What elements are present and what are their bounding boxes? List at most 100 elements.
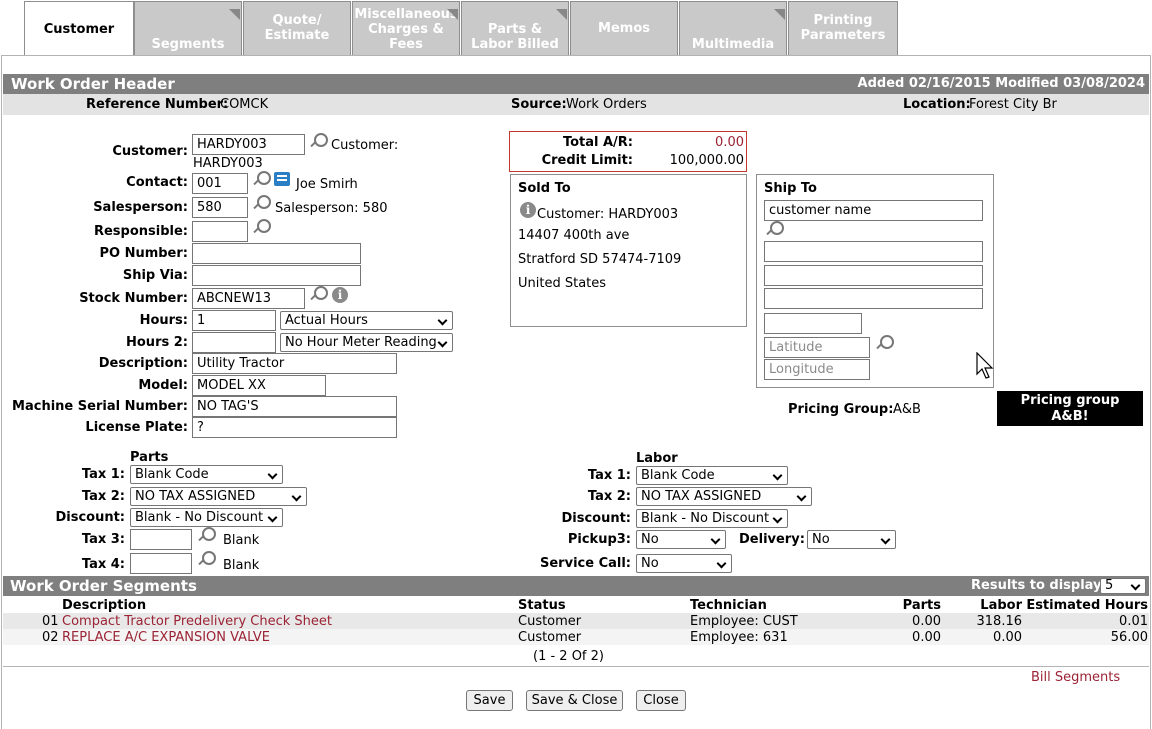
customer-label: Customer: — [112, 144, 188, 159]
results-value: 5 — [1105, 578, 1114, 593]
salesperson-input[interactable]: 580 — [192, 197, 248, 218]
parts-tax4-search-icon[interactable] — [197, 551, 216, 568]
license-plate-input[interactable]: ? — [192, 417, 397, 438]
chevron-down-icon — [716, 558, 727, 569]
customer-search-icon[interactable] — [309, 133, 328, 150]
labor-discount-select[interactable]: Blank - No Discount — [636, 509, 788, 528]
tab-misc-charges[interactable]: Miscellaneous Charges & Fees — [352, 1, 460, 55]
save-button[interactable]: Save — [466, 690, 513, 711]
tab-quote-estimate[interactable]: Quote/ Estimate — [243, 1, 351, 55]
ship-to-address-2-input[interactable] — [764, 265, 983, 286]
pickup-select[interactable]: No — [636, 530, 726, 549]
col-labor: Labor — [980, 598, 1022, 613]
location-label: Location: — [903, 97, 971, 112]
ship-to-search-icon[interactable] — [765, 221, 784, 238]
parts-tax3-search-icon[interactable] — [197, 527, 216, 544]
responsible-input[interactable] — [192, 221, 248, 242]
sold-to-info-icon[interactable]: i — [520, 202, 536, 218]
tab-parts-labor-billed[interactable]: Parts & Labor Billed — [461, 1, 569, 55]
parts-tax3-text: Blank — [223, 533, 260, 548]
parts-discount-select[interactable]: Blank - No Discount — [130, 508, 283, 527]
hours-input[interactable]: 1 — [192, 310, 276, 331]
serial-number-input[interactable]: NO TAG'S — [192, 396, 397, 417]
tab-label: Memos — [598, 21, 650, 36]
responsible-label: Responsible: — [93, 224, 188, 239]
contact-name: Joe Smirh — [296, 177, 358, 192]
labor-tax1-select[interactable]: Blank Code — [636, 466, 788, 485]
salesperson-search-icon[interactable] — [252, 195, 271, 212]
table-row: 01 Compact Tractor Predelivery Check She… — [3, 613, 1149, 629]
hours-type-select[interactable]: Actual Hours — [280, 311, 453, 330]
labor-tax2-label: Tax 2: — [587, 489, 631, 504]
source-value: Work Orders — [566, 97, 647, 112]
service-call-select[interactable]: No — [636, 554, 732, 573]
tab-label: Quote/ Estimate — [264, 13, 330, 43]
longitude-input[interactable]: Longitude — [764, 359, 870, 380]
contact-card-icon[interactable] — [274, 172, 290, 186]
parts-tax4-input[interactable] — [130, 553, 192, 574]
col-status: Status — [518, 598, 566, 613]
ship-to-name-input[interactable]: customer name — [764, 200, 983, 221]
col-technician: Technician — [690, 598, 767, 613]
bill-segments-link[interactable]: Bill Segments — [1031, 670, 1120, 685]
responsible-search-icon[interactable] — [252, 219, 271, 236]
parts-tax4-text: Blank — [223, 558, 260, 573]
parts-discount-label: Discount: — [55, 510, 125, 525]
hours2-input[interactable] — [192, 332, 276, 353]
contact-input[interactable]: 001 — [192, 173, 248, 194]
labor-discount-label: Discount: — [561, 511, 631, 526]
divider — [3, 666, 1149, 667]
added-modified-text: Added 02/16/2015 Modified 03/08/2024 — [857, 76, 1145, 91]
ship-to-address-1-input[interactable] — [764, 241, 983, 262]
tab-customer[interactable]: Customer — [24, 1, 134, 56]
stock-number-input[interactable]: ABCNEW13 — [192, 288, 305, 309]
close-button[interactable]: Close — [636, 690, 686, 711]
service-call-label: Service Call: — [540, 556, 631, 571]
pricing-group-badge: Pricing group A&B! — [997, 391, 1143, 426]
tab-memos[interactable]: Memos — [570, 1, 678, 55]
customer-input[interactable]: HARDY003 — [192, 134, 305, 155]
ship-via-input[interactable] — [192, 265, 361, 286]
hours2-type-select[interactable]: No Hour Meter Reading — [280, 333, 453, 352]
chevron-down-icon — [437, 337, 448, 348]
tab-multimedia[interactable]: Multimedia — [679, 1, 787, 55]
parts-tax1-select[interactable]: Blank Code — [130, 465, 283, 484]
ship-to-city-input[interactable] — [764, 288, 983, 309]
parts-tax2-select[interactable]: NO TAX ASSIGNED — [130, 487, 307, 506]
stock-info-icon[interactable]: i — [332, 287, 348, 303]
row-technician: Employee: CUST — [690, 614, 798, 629]
labor-tax2-select[interactable]: NO TAX ASSIGNED — [636, 487, 812, 506]
parts-tax2-value: NO TAX ASSIGNED — [135, 489, 256, 504]
save-close-button[interactable]: Save & Close — [526, 690, 623, 711]
row-labor: 0.00 — [993, 630, 1022, 645]
hours2-type-value: No Hour Meter Reading — [285, 335, 437, 350]
stock-search-icon[interactable] — [309, 286, 328, 303]
customer-name-label: Customer: — [331, 138, 399, 153]
ship-to-zip-input[interactable] — [764, 313, 862, 334]
tab-printing-parameters[interactable]: Printing Parameters — [788, 1, 898, 55]
row-hours: 56.00 — [1110, 630, 1148, 645]
results-select[interactable]: 5 — [1100, 578, 1146, 594]
labor-tax1-value: Blank Code — [641, 468, 715, 483]
parts-tax1-value: Blank Code — [135, 467, 209, 482]
credit-limit-label: Credit Limit: — [541, 153, 633, 168]
po-number-input[interactable] — [192, 243, 361, 264]
latitude-input[interactable]: Latitude — [764, 337, 870, 358]
segment-link[interactable]: REPLACE A/C EXPANSION VALVE — [62, 630, 270, 645]
sold-to-country: United States — [518, 276, 607, 291]
salesperson-label: Salesperson: — [93, 200, 188, 215]
po-number-label: PO Number: — [99, 246, 188, 261]
tab-segments[interactable]: Segments — [134, 1, 242, 55]
sold-to-customer: Customer: HARDY003 — [537, 207, 679, 222]
parts-tax3-input[interactable] — [130, 529, 192, 550]
latitude-search-icon[interactable] — [875, 335, 894, 352]
description-label: Description: — [98, 356, 188, 371]
delivery-select[interactable]: No — [807, 530, 896, 549]
segment-link[interactable]: Compact Tractor Predelivery Check Sheet — [62, 614, 332, 629]
segments-header-bar: Work Order Segments Results to display: — [3, 576, 1149, 596]
work-order-header-bar: Work Order Header Added 02/16/2015 Modif… — [3, 74, 1149, 94]
contact-search-icon[interactable] — [252, 171, 271, 188]
description-input[interactable]: Utility Tractor — [192, 353, 397, 374]
row-number: 02 — [42, 630, 59, 645]
model-input[interactable]: MODEL XX — [192, 375, 326, 396]
